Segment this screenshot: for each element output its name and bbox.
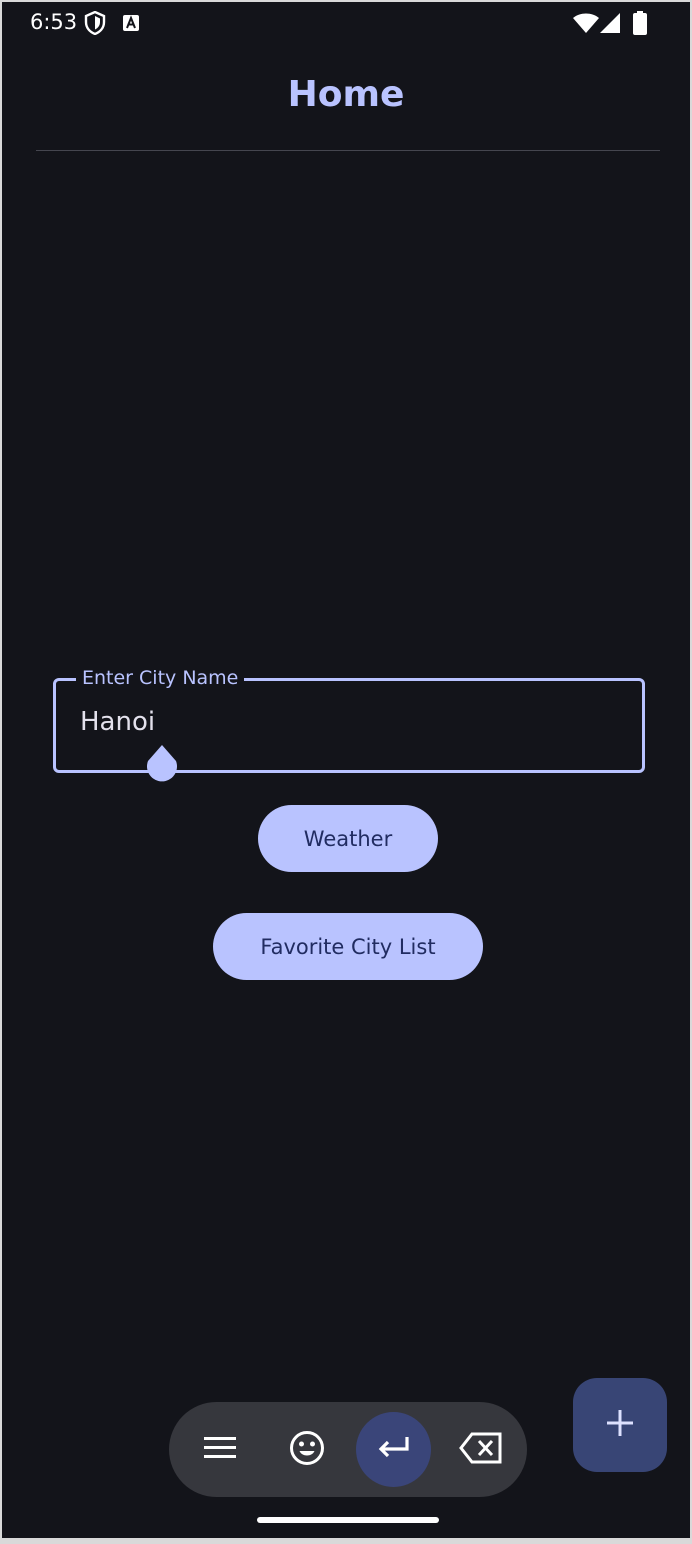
city-name-value[interactable]: Hanoi bbox=[80, 707, 155, 737]
home-indicator[interactable] bbox=[257, 1517, 439, 1523]
status-time: 6:53 bbox=[30, 10, 78, 34]
shield-icon bbox=[84, 10, 106, 39]
keyboard-enter-button[interactable] bbox=[356, 1412, 431, 1487]
status-bar: 6:53 bbox=[2, 2, 690, 46]
text-cursor-handle[interactable] bbox=[146, 745, 178, 785]
keyboard-backspace-button[interactable] bbox=[443, 1412, 518, 1487]
app-screen: 6:53 Home Enter City Name Hanoi Weather … bbox=[2, 2, 690, 1538]
keyboard-emoji-button[interactable] bbox=[269, 1412, 344, 1487]
emoji-icon bbox=[289, 1430, 325, 1470]
a-icon bbox=[122, 14, 140, 36]
weather-button[interactable]: Weather bbox=[258, 805, 438, 872]
page-title: Home bbox=[287, 74, 405, 115]
plus-icon bbox=[606, 1409, 634, 1441]
enter-icon bbox=[376, 1435, 412, 1465]
favorite-city-list-button[interactable]: Favorite City List bbox=[213, 913, 483, 980]
add-city-fab[interactable] bbox=[573, 1378, 667, 1472]
keyboard-toolbar bbox=[169, 1402, 527, 1497]
menu-icon bbox=[203, 1435, 237, 1465]
backspace-icon bbox=[458, 1432, 503, 1468]
city-name-input[interactable]: Enter City Name Hanoi bbox=[53, 666, 645, 773]
wifi-icon bbox=[572, 12, 600, 38]
signal-icon bbox=[599, 12, 621, 38]
city-name-label: Enter City Name bbox=[76, 666, 245, 690]
title-divider bbox=[36, 150, 660, 151]
battery-icon bbox=[633, 11, 647, 39]
keyboard-menu-button[interactable] bbox=[182, 1412, 257, 1487]
